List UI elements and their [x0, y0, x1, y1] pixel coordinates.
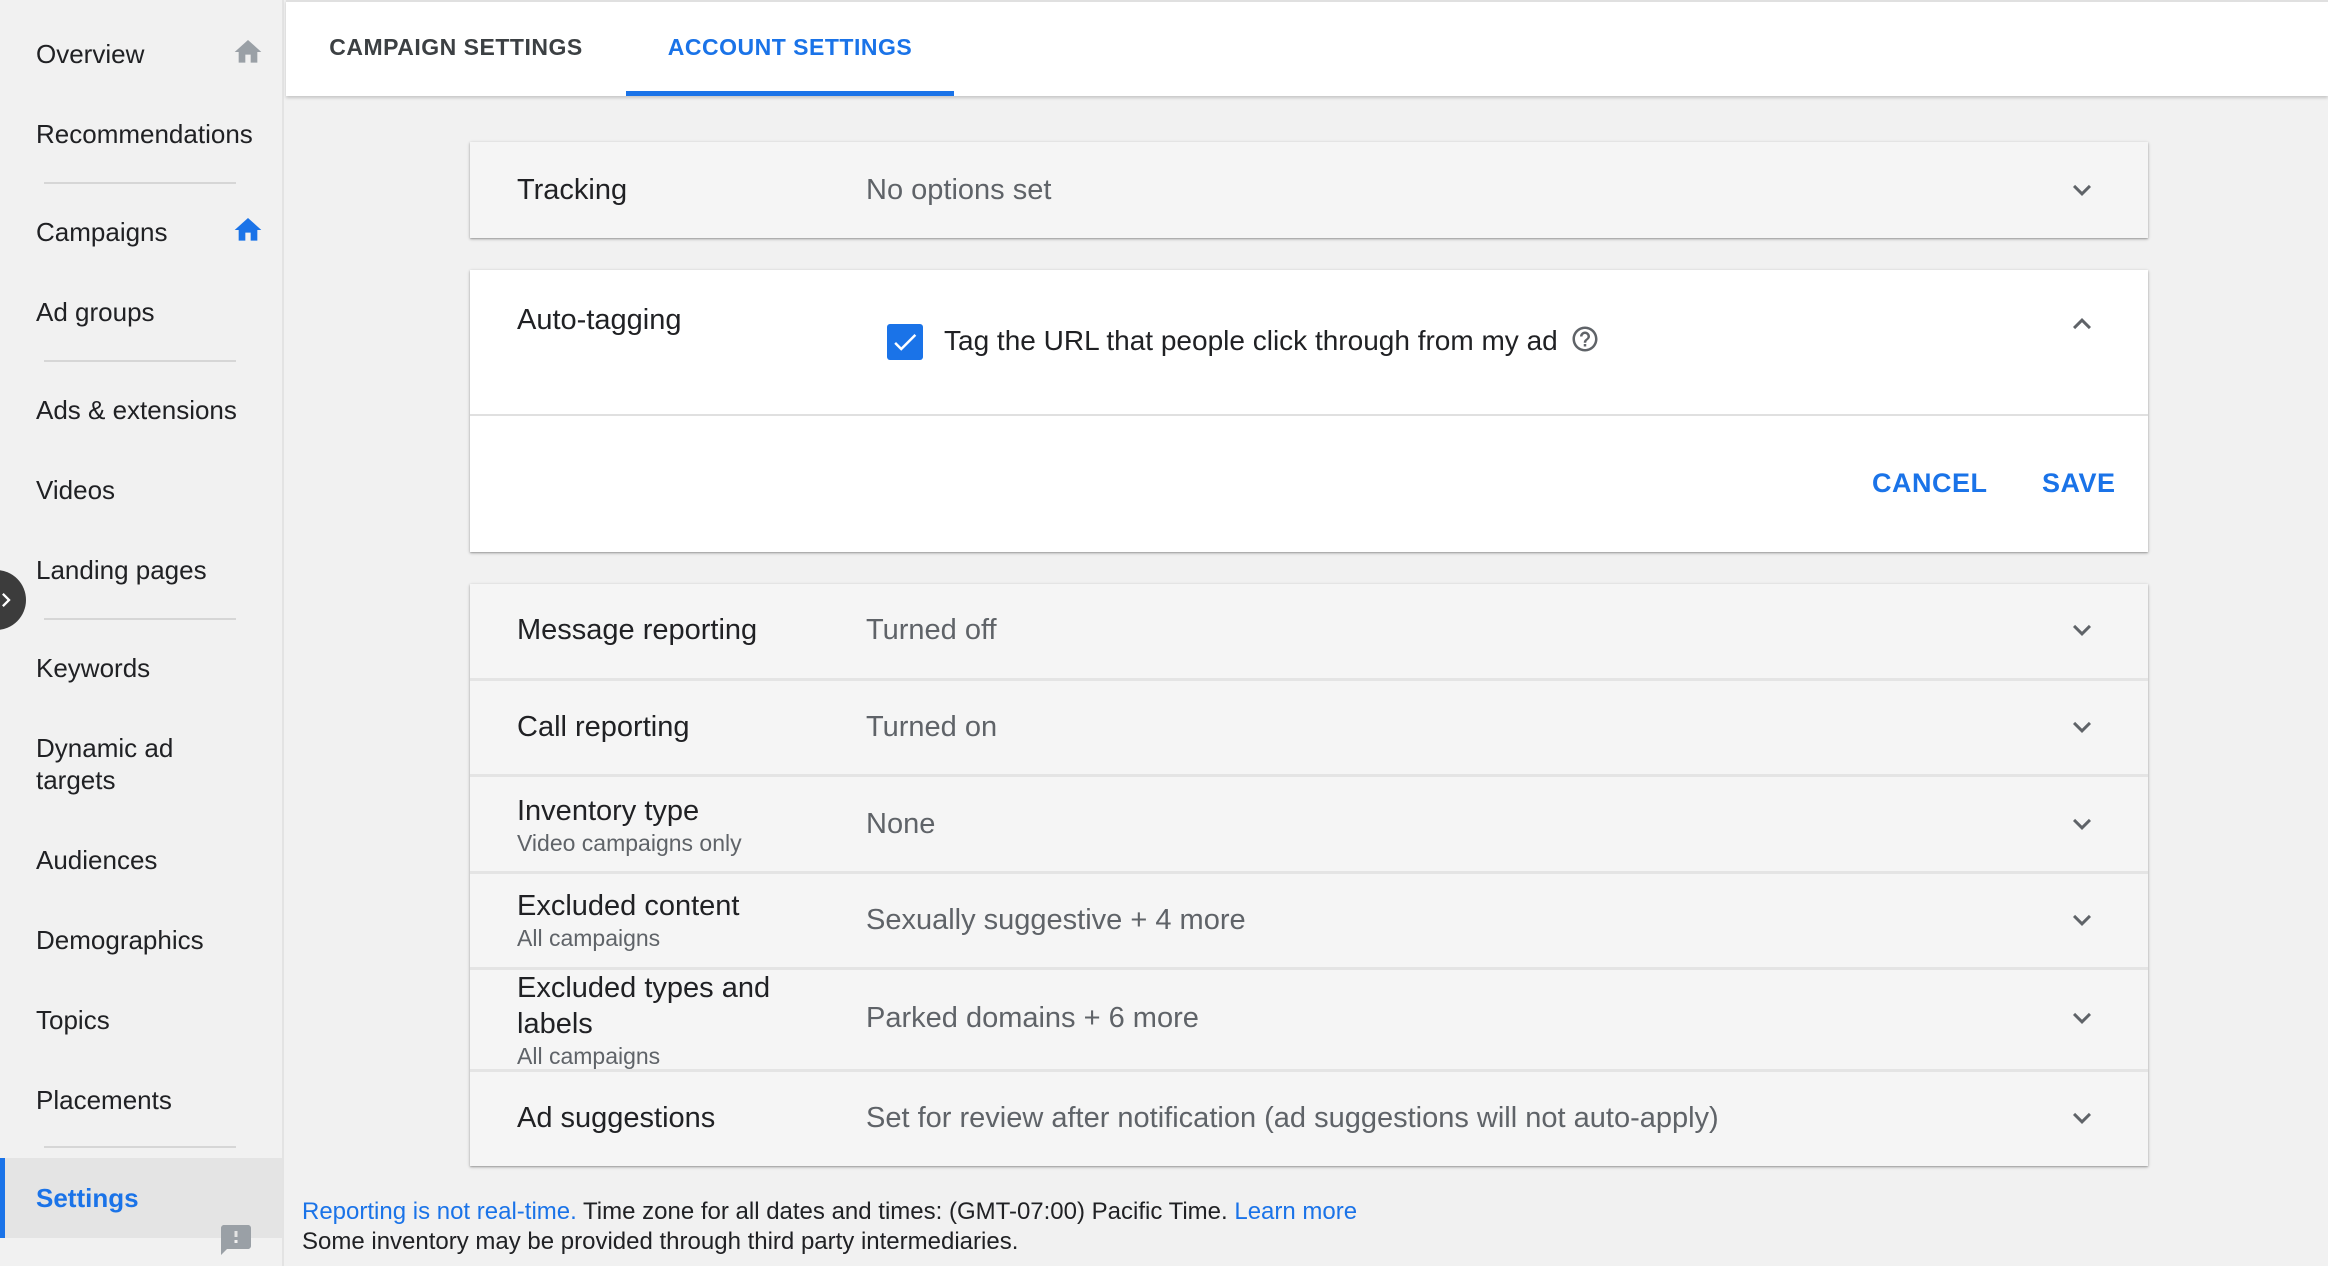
row-label: Ad suggestions: [517, 1102, 716, 1134]
auto-tagging-label: Auto-tagging: [517, 304, 682, 336]
save-button[interactable]: SAVE: [2042, 466, 2116, 500]
row-sublabel: Video campaigns only: [517, 830, 742, 856]
sidebar-item-ad-groups[interactable]: Ad groups: [0, 296, 282, 328]
message-reporting-row[interactable]: Message reporting Turned off: [470, 584, 2148, 678]
sidebar-item-ads-extensions[interactable]: Ads & extensions: [0, 394, 282, 426]
sidebar-item-label: Ad groups: [36, 297, 155, 327]
chevron-down-icon[interactable]: [2064, 806, 2100, 842]
inventory-type-row[interactable]: Inventory type Video campaigns only None: [470, 777, 2148, 871]
row-sublabel: All campaigns: [517, 1043, 661, 1069]
sidebar-item-label: targets: [36, 765, 116, 795]
ad-suggestions-row[interactable]: Ad suggestions Set for review after noti…: [470, 1072, 2148, 1166]
sidebar-divider: [44, 1146, 236, 1148]
sidebar-nav: Overview Recommendations Campaigns Ad gr…: [0, 0, 284, 1266]
inventory-note: Some inventory may be provided through t…: [302, 1228, 1019, 1255]
chevron-right-icon: [2, 593, 11, 607]
row-label: labels: [517, 1008, 593, 1040]
chevron-down-icon[interactable]: [2064, 172, 2100, 208]
sidebar-item-landing-pages[interactable]: Landing pages: [0, 554, 282, 586]
cancel-button[interactable]: CANCEL: [1872, 466, 1988, 500]
sidebar-item-label: Placements: [36, 1085, 172, 1115]
sidebar-item-label: Settings: [36, 1183, 139, 1213]
row-label: Excluded types and: [517, 972, 771, 1004]
sidebar-item-recommendations[interactable]: Recommendations: [0, 118, 282, 150]
row-label: Excluded content: [517, 890, 740, 922]
sidebar-item-campaigns[interactable]: Campaigns: [0, 216, 282, 248]
sidebar-item-audiences[interactable]: Audiences: [0, 844, 282, 876]
sidebar-item-label: Audiences: [36, 845, 158, 875]
row-value: Sexually suggestive + 4 more: [866, 904, 1246, 936]
chevron-down-icon[interactable]: [2064, 1100, 2100, 1136]
settings-list-card: Message reporting Turned off Call report…: [470, 584, 2148, 1166]
tab-campaign-settings[interactable]: CAMPAIGN SETTINGS: [286, 2, 626, 96]
chevron-down-icon[interactable]: [2064, 902, 2100, 938]
row-label: Inventory type: [517, 795, 700, 827]
home-icon: [234, 40, 262, 63]
sidebar-item-label: Topics: [36, 1005, 110, 1035]
sidebar-item-label: Landing pages: [36, 555, 207, 585]
settings-tab-bar: CAMPAIGN SETTINGS ACCOUNT SETTINGS: [286, 0, 2328, 96]
chevron-down-icon[interactable]: [2064, 1000, 2100, 1036]
sidebar-item-label: Campaigns: [36, 217, 168, 247]
sidebar-item-label: Demographics: [36, 925, 204, 955]
sidebar-item-keywords[interactable]: Keywords: [0, 652, 282, 684]
auto-tagging-checkbox[interactable]: [887, 324, 923, 360]
checkmark-icon: [894, 334, 917, 351]
footer-notes: Reporting is not real-time. Time zone fo…: [302, 1197, 1357, 1257]
auto-tagging-checkbox-label[interactable]: Tag the URL that people click through fr…: [944, 322, 1558, 360]
row-value: Turned on: [866, 711, 998, 743]
sidebar-item-label: Keywords: [36, 653, 151, 683]
footer-line-reporting: Reporting is not real-time. Time zone fo…: [302, 1197, 1357, 1227]
chevron-down-icon[interactable]: [2064, 709, 2100, 745]
auto-tagging-card: Auto-tagging Tag the URL that people cli…: [470, 270, 2148, 552]
chevron-up-icon[interactable]: [2064, 306, 2100, 342]
sidebar-divider: [44, 360, 236, 362]
help-icon[interactable]: [1570, 324, 1600, 354]
tracking-card[interactable]: Tracking No options set: [470, 142, 2148, 238]
sidebar-item-label: Ads & extensions: [36, 395, 237, 425]
sidebar-divider: [44, 182, 236, 184]
row-sublabel: All campaigns: [517, 925, 661, 951]
excluded-content-row[interactable]: Excluded content All campaigns Sexually …: [470, 874, 2148, 967]
excluded-types-labels-row[interactable]: Excluded types and labels All campaigns …: [470, 970, 2148, 1069]
call-reporting-row[interactable]: Call reporting Turned on: [470, 681, 2148, 774]
sidebar-item-demographics[interactable]: Demographics: [0, 924, 282, 956]
tracking-value: No options set: [866, 174, 1052, 206]
row-value: Set for review after notification (ad su…: [866, 1102, 1719, 1134]
sidebar-item-label: Recommendations: [36, 119, 253, 149]
sidebar-divider: [44, 618, 236, 620]
tab-account-settings[interactable]: ACCOUNT SETTINGS: [626, 2, 954, 96]
sidebar-item-placements[interactable]: Placements: [0, 1084, 282, 1116]
row-value: Turned off: [866, 614, 997, 646]
sidebar-item-label: Overview: [36, 39, 145, 69]
sidebar-item-label: Videos: [36, 475, 116, 505]
home-icon: [234, 218, 262, 241]
sidebar-item-label: Dynamic ad: [36, 733, 174, 763]
sidebar-item-topics[interactable]: Topics: [0, 1004, 282, 1036]
sidebar-item-overview[interactable]: Overview: [0, 38, 282, 70]
sidebar-item-videos[interactable]: Videos: [0, 474, 282, 506]
tracking-label: Tracking: [517, 174, 628, 206]
divider: [470, 414, 2148, 416]
reporting-link[interactable]: Reporting is not real-time.: [302, 1198, 577, 1225]
row-value: Parked domains + 6 more: [866, 1002, 1199, 1034]
timezone-text: Time zone for all dates and times: (GMT-…: [576, 1198, 1235, 1225]
row-label: Message reporting: [517, 614, 758, 646]
chevron-down-icon[interactable]: [2064, 612, 2100, 648]
row-label: Call reporting: [517, 711, 690, 743]
learn-more-link[interactable]: Learn more: [1234, 1198, 1357, 1225]
row-value: None: [866, 808, 936, 840]
feedback-icon[interactable]: [216, 1222, 256, 1258]
sidebar-item-dynamic-ad-targets[interactable]: Dynamic ad targets: [0, 732, 282, 796]
